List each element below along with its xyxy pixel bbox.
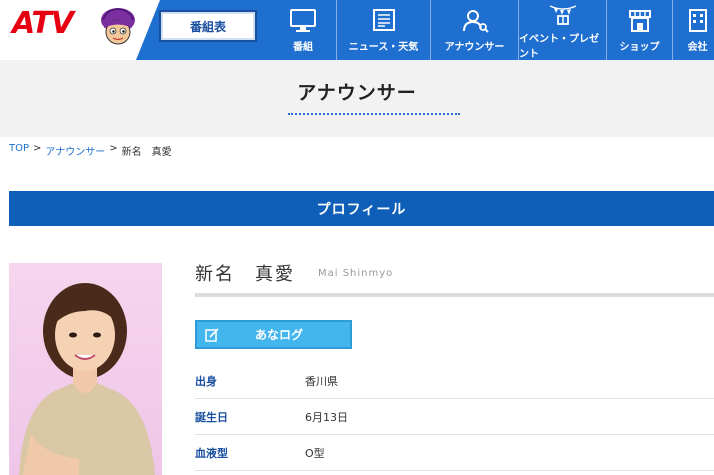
name-divider: [195, 293, 714, 297]
schedule-button[interactable]: 番組表: [159, 10, 257, 42]
tv-icon: [290, 8, 316, 32]
info-row-birthday: 誕生日 6月13日: [195, 399, 714, 435]
schedule-label: 番組表: [189, 19, 226, 34]
announcer-icon: [462, 9, 489, 33]
breadcrumb-top-link[interactable]: TOP: [9, 143, 29, 158]
nav-label: ニュース・天気: [348, 41, 419, 53]
nav-item-announcers[interactable]: アナウンサー: [430, 0, 518, 60]
title-underline: [288, 113, 460, 115]
info-value: O型: [305, 446, 325, 460]
nav-label: アナウンサー: [444, 41, 505, 53]
info-row-birthplace: 出身 香川県: [195, 363, 714, 399]
site-header: ATV 番組表 番組 ニュース・天気 アナウンサー イベント・プレゼント ショッ…: [0, 0, 714, 60]
breadcrumb-separator: >: [109, 143, 118, 154]
nav-label: 会社: [687, 41, 708, 53]
info-value: 6月13日: [305, 410, 348, 424]
nav-item-shop[interactable]: ショップ: [606, 0, 672, 60]
announcer-name-en: Mai Shinmyo: [318, 268, 394, 279]
breadcrumb-current: 新名 真愛: [121, 147, 172, 158]
atv-logo[interactable]: ATV: [12, 6, 74, 41]
nav-label: ショップ: [619, 41, 660, 53]
info-value: 香川県: [305, 374, 338, 388]
announcer-name-jp: 新名 真愛: [195, 264, 295, 285]
blog-button-label: あなログ: [255, 328, 304, 342]
nav-item-events[interactable]: イベント・プレゼント: [518, 0, 606, 60]
blog-button[interactable]: あなログ: [195, 320, 352, 349]
announcer-photo: [9, 263, 162, 475]
event-icon: [549, 5, 576, 25]
nav-item-company[interactable]: 会社: [672, 0, 714, 60]
logo-area[interactable]: ATV: [0, 0, 160, 60]
info-label: 血液型: [195, 446, 228, 460]
profile-heading: プロフィール: [316, 201, 407, 218]
breadcrumb-separator: >: [33, 143, 42, 154]
main-nav: 番組 ニュース・天気 アナウンサー イベント・プレゼント ショップ 会社: [270, 0, 714, 60]
company-icon: [688, 8, 707, 32]
breadcrumb: TOP > アナウンサー > 新名 真愛: [9, 143, 172, 158]
info-label: 出身: [195, 374, 217, 388]
pencil-note-icon: [205, 327, 219, 342]
nav-item-programs[interactable]: 番組: [270, 0, 336, 60]
profile-heading-bar: プロフィール: [9, 191, 714, 226]
breadcrumb-announcer-link[interactable]: アナウンサー: [45, 143, 105, 158]
nav-label: 番組: [293, 41, 313, 53]
newspaper-icon: [372, 8, 395, 31]
info-row-blood-type: 血液型 O型: [195, 435, 714, 471]
info-label: 誕生日: [195, 410, 228, 424]
page-title: アナウンサー: [297, 82, 417, 104]
profile-info-table: 出身 香川県 誕生日 6月13日 血液型 O型: [195, 363, 714, 471]
shop-icon: [628, 9, 651, 32]
portrait-image: [19, 283, 155, 475]
nav-item-news-weather[interactable]: ニュース・天気: [336, 0, 430, 60]
page-title-band: アナウンサー: [0, 60, 714, 137]
mascot-icon: [101, 8, 135, 45]
nav-label: イベント・プレゼント: [519, 34, 599, 60]
